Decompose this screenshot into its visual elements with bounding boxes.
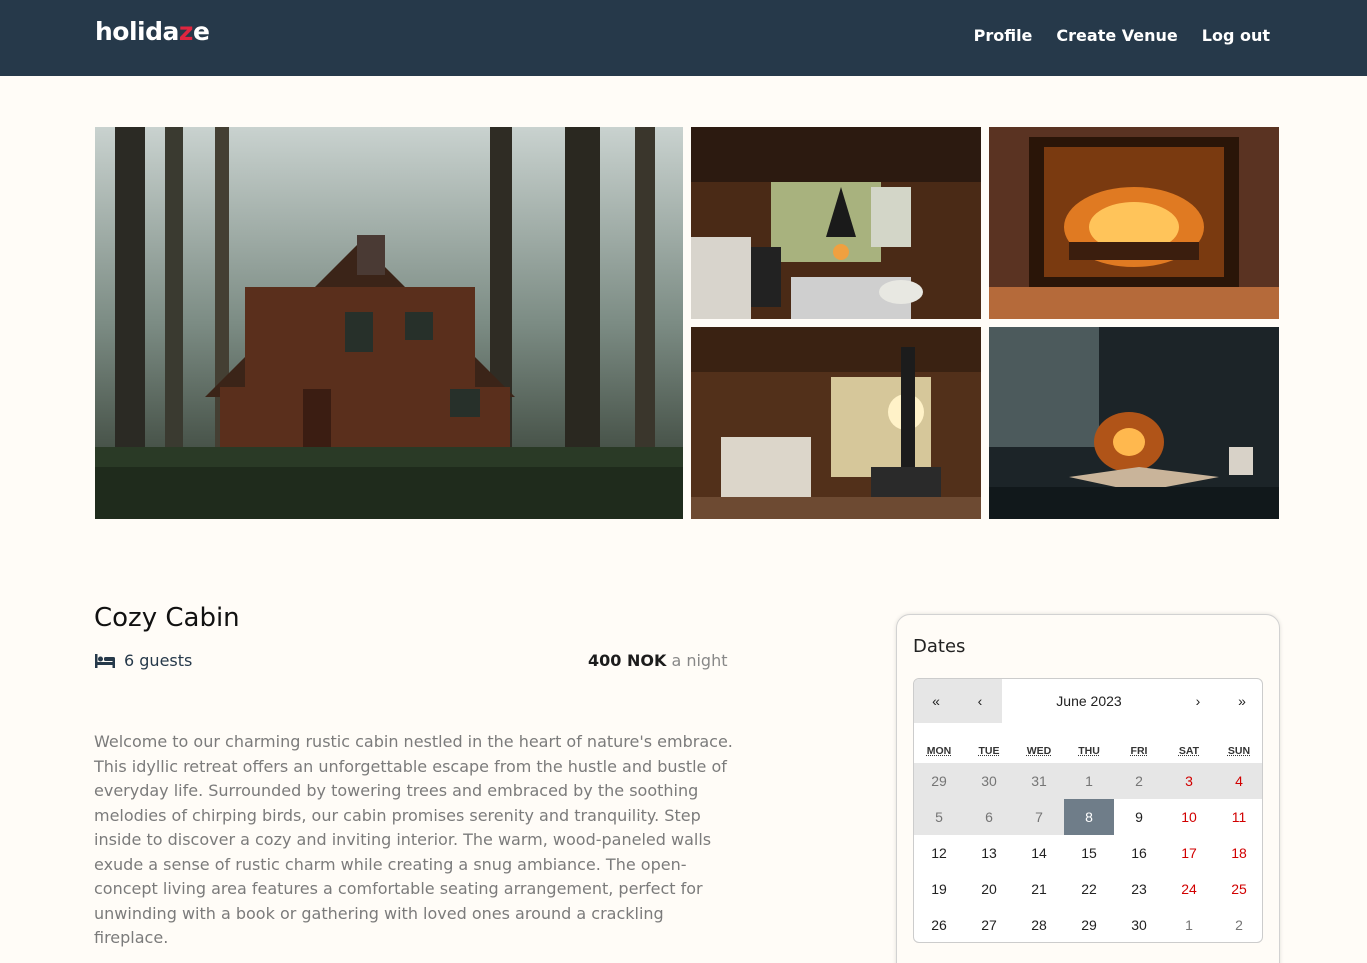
calendar-day[interactable]: 6 — [964, 799, 1014, 835]
calendar-day[interactable]: 31 — [1014, 763, 1064, 799]
calendar-day[interactable]: 2 — [1214, 907, 1262, 942]
weekday-sun: SUN — [1227, 745, 1251, 757]
calendar-day[interactable]: 2 — [1114, 763, 1164, 799]
nav-profile-link[interactable]: Profile — [974, 26, 1033, 45]
calendar-day[interactable]: 5 — [914, 799, 964, 835]
calendar-day[interactable]: 23 — [1114, 871, 1164, 907]
price-per-night: 400 NOK a night — [588, 651, 728, 670]
weekday-thu: THU — [1078, 745, 1100, 757]
calendar-days: 29 30 31 1 2 3 4 5 6 7 8 9 10 11 12 13 14 15 16 17 18 19 20 21 2… — [914, 763, 1262, 942]
next-year-button[interactable]: » — [1220, 679, 1262, 723]
weekday-sat: SAT — [1178, 745, 1200, 757]
calendar-day[interactable]: 3 — [1164, 763, 1214, 799]
calendar-day[interactable]: 24 — [1164, 871, 1214, 907]
calendar-day[interactable]: 11 — [1214, 799, 1262, 835]
calendar-day[interactable]: 19 — [914, 871, 964, 907]
calendar-day[interactable]: 18 — [1214, 835, 1262, 871]
weekday-tue: TUE — [978, 745, 1000, 757]
guest-count: 6 guests — [124, 651, 193, 670]
logo-text-1: holida — [95, 17, 179, 46]
calendar-day[interactable]: 12 — [914, 835, 964, 871]
venue-description: Welcome to our charming rustic cabin nes… — [94, 732, 733, 947]
calendar-day[interactable]: 1 — [1064, 763, 1114, 799]
calendar-day[interactable]: 25 — [1214, 871, 1262, 907]
calendar-day[interactable]: 30 — [964, 763, 1014, 799]
nav-create-venue-link[interactable]: Create Venue — [1056, 26, 1177, 45]
main-nav: Profile Create Venue Log out — [974, 26, 1270, 45]
calendar-day-today[interactable]: 8 — [1064, 799, 1114, 835]
cabin-kitchen-photo[interactable] — [691, 327, 981, 519]
weekday-wed: WED — [1026, 745, 1052, 757]
nav-logout-link[interactable]: Log out — [1202, 26, 1270, 45]
calendar-day[interactable]: 14 — [1014, 835, 1064, 871]
cabin-living-room-photo[interactable] — [691, 127, 981, 319]
calendar-day[interactable]: 27 — [964, 907, 1014, 942]
next-month-button[interactable]: › — [1176, 679, 1220, 723]
calendar-day[interactable]: 28 — [1014, 907, 1064, 942]
fireplace-photo[interactable] — [989, 127, 1279, 319]
calendar-day[interactable]: 26 — [914, 907, 964, 942]
weekday-header: MON TUE WED THU FRI SAT SUN — [914, 745, 1262, 757]
weekday-fri: FRI — [1130, 745, 1148, 757]
calendar-day[interactable]: 9 — [1114, 799, 1164, 835]
logo-text-2: e — [192, 17, 210, 46]
prev-year-button[interactable]: « — [914, 679, 958, 723]
price-suffix: a night — [666, 651, 728, 670]
book-by-fire-photo[interactable] — [989, 327, 1279, 519]
prev-month-button[interactable]: ‹ — [958, 679, 1002, 723]
calendar-day[interactable]: 21 — [1014, 871, 1064, 907]
calendar-day[interactable]: 30 — [1114, 907, 1164, 942]
weekday-mon: MON — [926, 745, 952, 757]
calendar-day[interactable]: 29 — [1064, 907, 1114, 942]
dates-heading: Dates — [913, 636, 966, 657]
venue-title: Cozy Cabin — [94, 603, 240, 633]
calendar-day[interactable]: 17 — [1164, 835, 1214, 871]
calendar-day[interactable]: 7 — [1014, 799, 1064, 835]
calendar-day[interactable]: 16 — [1114, 835, 1164, 871]
calendar-day[interactable]: 29 — [914, 763, 964, 799]
booking-card: Dates « ‹ June 2023 › » MON TUE WED THU … — [896, 614, 1280, 963]
calendar-day[interactable]: 10 — [1164, 799, 1214, 835]
price-amount: 400 NOK — [588, 651, 667, 670]
logo-text-accent: z — [178, 17, 194, 46]
calendar-day[interactable]: 22 — [1064, 871, 1114, 907]
calendar-day[interactable]: 4 — [1214, 763, 1262, 799]
calendar-navigation: « ‹ June 2023 › » — [914, 679, 1262, 723]
holidaze-logo[interactable]: holidaze — [95, 17, 210, 46]
top-navbar: holidaze Profile Create Venue Log out — [0, 0, 1367, 76]
cabin-exterior-photo[interactable] — [95, 127, 683, 519]
guest-capacity: 6 guests — [95, 651, 192, 670]
month-label[interactable]: June 2023 — [1002, 679, 1176, 723]
calendar-day[interactable]: 1 — [1164, 907, 1214, 942]
calendar-day[interactable]: 13 — [964, 835, 1014, 871]
bed-icon — [95, 653, 115, 668]
calendar-day[interactable]: 20 — [964, 871, 1014, 907]
date-picker-calendar: « ‹ June 2023 › » MON TUE WED THU FRI SA… — [913, 678, 1263, 943]
calendar-day[interactable]: 15 — [1064, 835, 1114, 871]
